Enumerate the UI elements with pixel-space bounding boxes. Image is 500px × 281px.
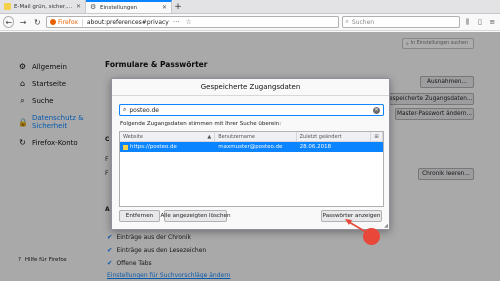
click-marker-icon [363,228,380,245]
click-arrow-icon [345,219,367,233]
